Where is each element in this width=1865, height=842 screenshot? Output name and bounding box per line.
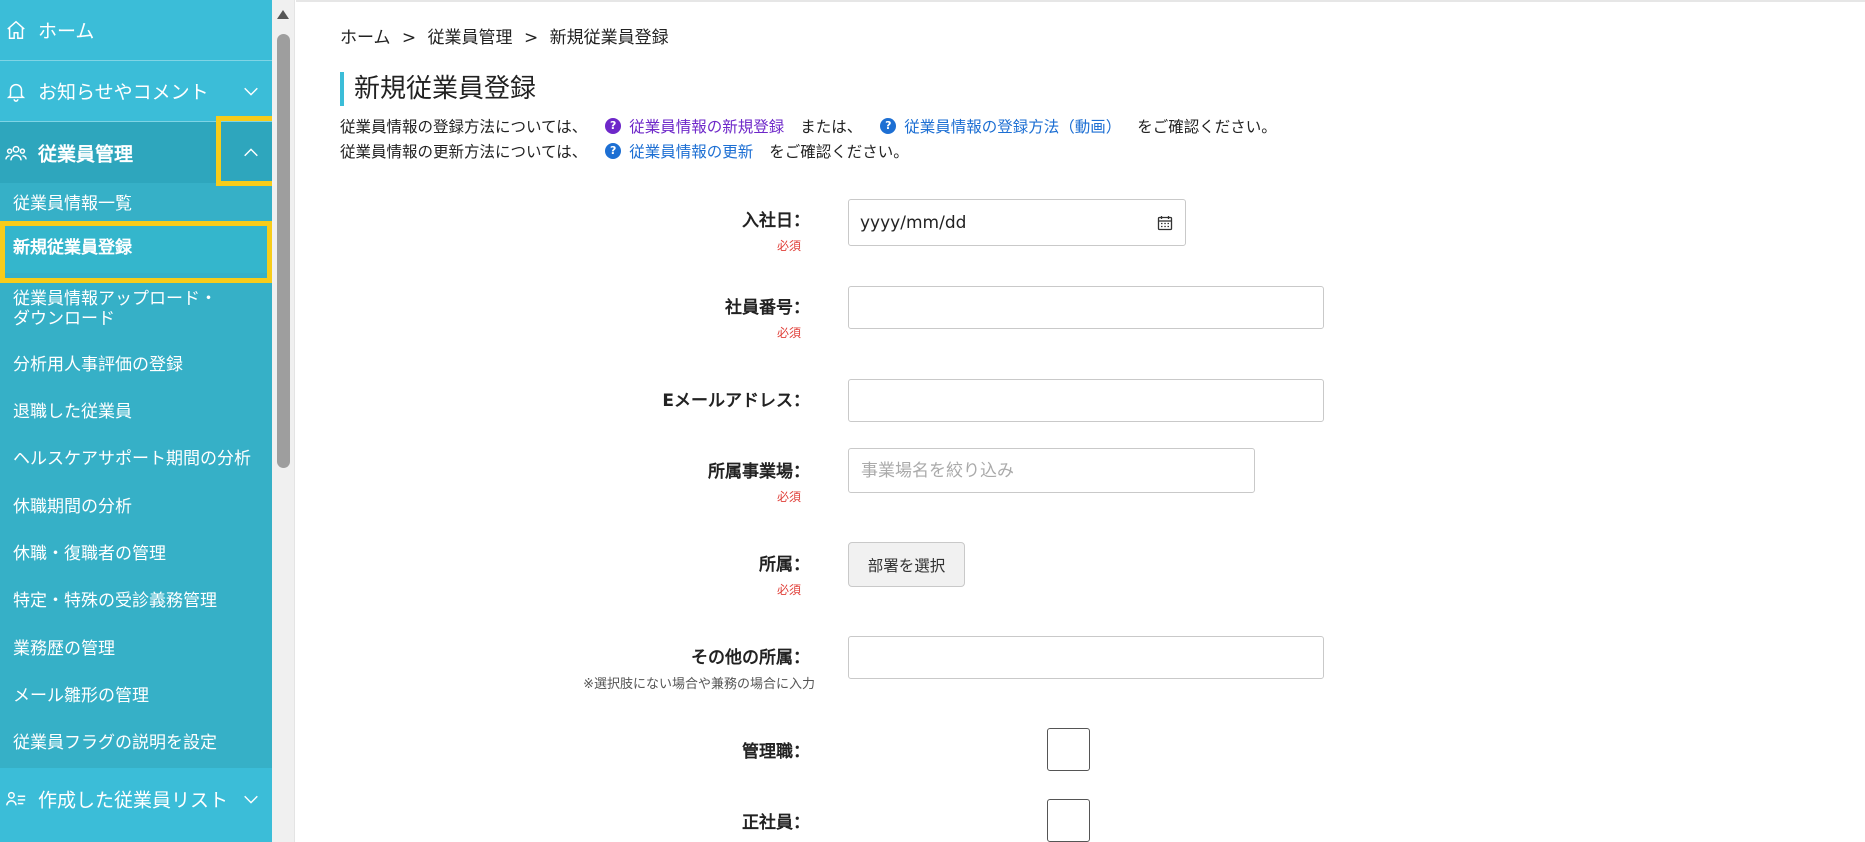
info-text: 従業員情報の登録方法については、	[340, 118, 588, 136]
submenu-item-employee-list[interactable]: 従業員情報一覧	[0, 194, 272, 214]
department-label: 所属：	[759, 555, 810, 575]
link-registration-video[interactable]: 従業員情報の登録方法（動画）	[904, 115, 1121, 137]
sidebar-label-notices: お知らせやコメント	[38, 81, 209, 104]
sidebar-item-notices[interactable]: お知らせやコメント	[0, 61, 272, 121]
required-badge: 必須	[776, 239, 801, 253]
breadcrumb-employee-mgmt[interactable]: 従業員管理	[428, 28, 513, 48]
fulltime-label: 正社員：	[742, 813, 810, 833]
sidebar-item-home[interactable]: ホーム	[0, 0, 272, 60]
employee-submenu: 従業員情報一覧 新規従業員登録 従業員情報アップロード・ ダウンロード 分析用人…	[0, 183, 272, 768]
manager-checkbox[interactable]	[1047, 728, 1090, 771]
required-badge: 必須	[776, 490, 801, 504]
info-text: 従業員情報の更新方法については、	[340, 143, 588, 161]
sidebar-label-home: ホーム	[38, 20, 95, 43]
submenu-item-leave-return[interactable]: 休職・復職者の管理	[0, 544, 272, 564]
breadcrumb-separator: >	[523, 28, 539, 48]
help-question-icon: ?	[605, 143, 622, 159]
users-icon	[5, 145, 27, 160]
email-label: Eメールアドレス：	[662, 391, 810, 411]
user-list-icon	[6, 791, 26, 806]
submenu-label-upload: 従業員情報アップロード・	[13, 289, 217, 309]
breadcrumb-home[interactable]: ホーム	[340, 28, 391, 48]
help-question-icon: ?	[605, 118, 622, 134]
scroll-up-arrow-icon[interactable]	[277, 10, 289, 19]
site-label: 所属事業場：	[708, 462, 810, 482]
top-border	[296, 0, 1865, 2]
other-department-input[interactable]	[848, 636, 1324, 679]
page-title: 新規従業員登録	[340, 72, 536, 106]
other-department-label: その他の所属：	[691, 648, 810, 668]
submenu-item-evaluation[interactable]: 分析用人事評価の登録	[0, 355, 272, 375]
sidebar-item-employee-mgmt[interactable]: 従業員管理	[0, 122, 272, 183]
chevron-down-icon[interactable]	[242, 82, 260, 100]
fulltime-checkbox[interactable]	[1047, 799, 1090, 842]
submenu-item-flag-description[interactable]: 従業員フラグの説明を設定	[0, 733, 272, 753]
home-icon	[7, 20, 25, 39]
help-question-icon: ?	[880, 118, 897, 134]
sidebar-label-employee-mgmt: 従業員管理	[38, 143, 134, 165]
employee-number-input[interactable]	[848, 286, 1324, 329]
submenu-item-leave-period[interactable]: 休職期間の分析	[0, 497, 272, 517]
submenu-item-retired[interactable]: 退職した従業員	[0, 402, 272, 422]
breadcrumb-current: 新規従業員登録	[549, 28, 669, 48]
select-department-button[interactable]: 部署を選択	[848, 542, 965, 587]
submenu-item-upload-download[interactable]: 従業員情報アップロード・ ダウンロード	[0, 289, 272, 329]
sidebar-item-created-lists[interactable]: 作成した従業員リスト	[0, 769, 272, 829]
sidebar: ホーム お知らせやコメント 従業員管理 従業員情報一覧 新規従業員登録 従業員情…	[0, 0, 272, 842]
employee-number-label: 社員番号：	[725, 298, 810, 318]
submenu-item-mail-template[interactable]: メール雛形の管理	[0, 686, 272, 706]
link-new-registration[interactable]: 従業員情報の新規登録	[629, 115, 784, 137]
submenu-item-work-history[interactable]: 業務歴の管理	[0, 639, 272, 659]
chevron-down-icon[interactable]	[242, 790, 260, 808]
manager-label: 管理職：	[742, 742, 810, 762]
bell-icon	[6, 83, 26, 102]
chevron-up-icon[interactable]	[242, 144, 260, 162]
hire-date-label: 入社日：	[742, 211, 810, 231]
info-line-registration: 従業員情報の登録方法については、 ? 従業員情報の新規登録 または、 ? 従業員…	[340, 115, 1277, 137]
breadcrumb: ホーム > 従業員管理 > 新規従業員登録	[340, 23, 675, 48]
submenu-item-healthcare-period[interactable]: ヘルスケアサポート期間の分析	[0, 449, 272, 469]
submenu-item-new-employee[interactable]: 新規従業員登録	[0, 223, 272, 273]
link-update-info[interactable]: 従業員情報の更新	[629, 140, 753, 162]
info-line-update: 従業員情報の更新方法については、 ? 従業員情報の更新 をご確認ください。	[340, 140, 909, 162]
hire-date-value: yyyy/mm/dd	[860, 213, 967, 233]
site-filter-input[interactable]	[848, 448, 1255, 493]
scrollbar-thumb[interactable]	[277, 34, 290, 468]
info-text: または、	[800, 118, 863, 136]
sidebar-label-created-lists: 作成した従業員リスト	[38, 789, 229, 812]
other-department-note: ※選択肢にない場合や兼務の場合に入力	[583, 677, 815, 692]
submenu-item-special-exam[interactable]: 特定・特殊の受診義務管理	[0, 591, 272, 611]
info-text: をご確認ください。	[769, 143, 909, 161]
calendar-icon[interactable]	[1157, 215, 1173, 231]
email-input[interactable]	[848, 379, 1324, 422]
required-badge: 必須	[776, 583, 801, 597]
required-badge: 必須	[776, 326, 801, 340]
info-text: をご確認ください。	[1137, 118, 1277, 136]
submenu-label-download: ダウンロード	[13, 309, 115, 329]
breadcrumb-separator: >	[401, 28, 417, 48]
